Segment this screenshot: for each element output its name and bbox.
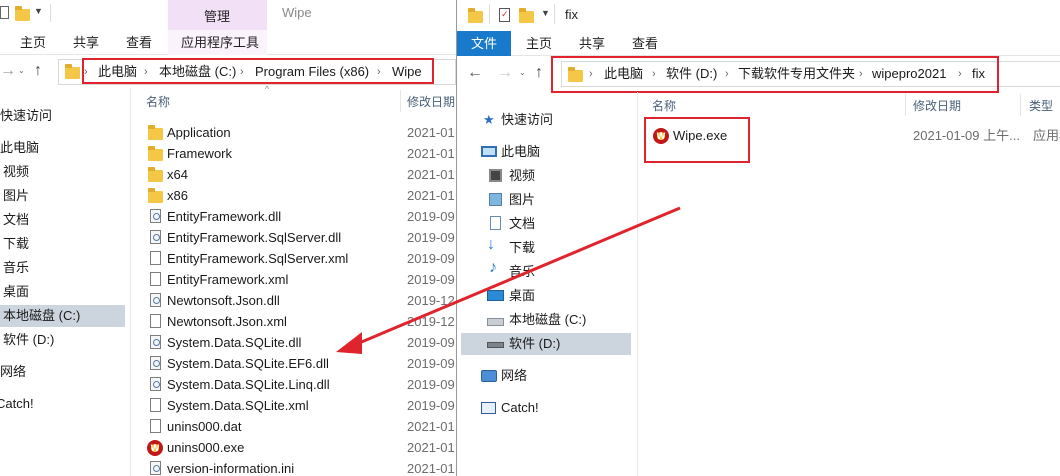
drag-arrow xyxy=(336,206,681,354)
arrow-head xyxy=(336,332,362,354)
arrow-shaft xyxy=(351,206,681,348)
